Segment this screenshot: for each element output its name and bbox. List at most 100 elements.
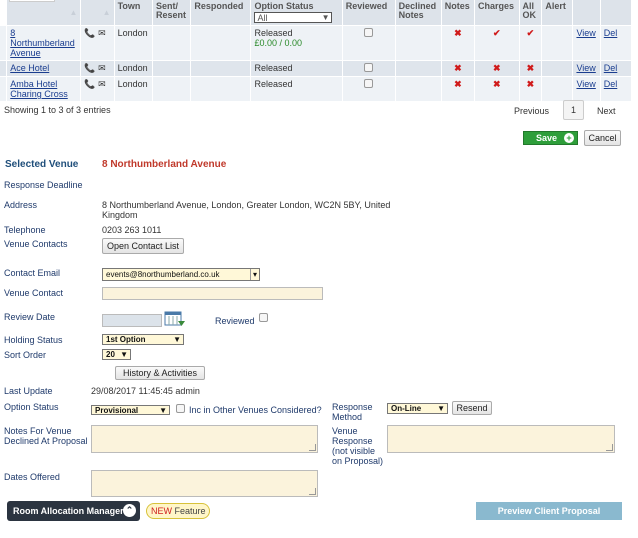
col-notes[interactable]: Notes: [441, 0, 475, 26]
row-town: London: [114, 76, 153, 101]
review-date-label: Review Date: [4, 312, 56, 322]
venues-table: ▲ ▲ Town Sent/ Resent Responded Option S…: [0, 0, 633, 101]
table-row: Ace Hotel 📞 ✉ London Released ✖ ✖ ✖ View…: [0, 60, 633, 77]
address-value: 8 Northumberland Avenue, London, Greater…: [102, 200, 391, 220]
charges-cross-icon: ✖: [474, 76, 520, 101]
new-feature-badge: NEW Feature: [146, 503, 210, 519]
option-status-label: Option Status: [4, 402, 59, 412]
chevron-down-icon: ▼: [159, 406, 167, 415]
email-icon: ✉: [98, 79, 106, 89]
open-contact-list-button[interactable]: Open Contact List: [102, 238, 184, 254]
allok-cross-icon: ✖: [519, 76, 543, 101]
reviewed-label: Reviewed: [215, 316, 255, 326]
sort-order-label: Sort Order: [4, 350, 47, 360]
col-sent[interactable]: Sent/ Resent: [152, 0, 192, 26]
venue-link[interactable]: Ace Hotel: [10, 63, 49, 73]
allok-tick-icon: ✔: [519, 25, 543, 61]
room-allocation-manager-button[interactable]: Room Allocation Manager ⌃: [7, 501, 140, 521]
delete-link[interactable]: Del: [604, 79, 618, 89]
venue-link[interactable]: 8 Northumberland Avenue: [10, 28, 75, 58]
contact-email-label: Contact Email: [4, 268, 61, 278]
cancel-button[interactable]: Cancel: [584, 130, 621, 146]
reviewed-checkbox[interactable]: [259, 313, 268, 322]
col-reviewed[interactable]: Reviewed: [342, 0, 396, 26]
chevron-down-icon: ▼: [173, 335, 181, 344]
phone-icon: 📞: [84, 63, 96, 73]
option-status-select[interactable]: Provisional ▼: [91, 405, 170, 415]
venue-contact-label: Venue Contact: [4, 288, 64, 298]
col-declined-notes[interactable]: Declined Notes: [395, 0, 442, 26]
email-icon: ✉: [98, 63, 106, 73]
previous-button[interactable]: Previous: [514, 106, 549, 116]
reviewed-checkbox[interactable]: [364, 63, 374, 72]
col-responded[interactable]: Responded: [190, 0, 252, 26]
email-icon: ✉: [98, 28, 106, 38]
col-charges[interactable]: Charges: [474, 0, 520, 26]
notes-cross-icon: ✖: [441, 25, 475, 61]
phone-icon: 📞: [84, 79, 96, 89]
option-status-filter[interactable]: All ▼: [254, 12, 333, 23]
dates-offered-label: Dates Offered: [4, 472, 60, 482]
history-activities-button[interactable]: History & Activities: [115, 366, 205, 380]
response-method-label: Response Method: [332, 402, 373, 422]
row-town: London: [114, 25, 153, 61]
response-method-select[interactable]: On-Line ▼: [387, 403, 448, 414]
chevron-up-icon: ⌃: [123, 504, 136, 517]
col-alert[interactable]: Alert: [541, 0, 574, 26]
charges-tick-icon: ✔: [474, 25, 520, 61]
reviewed-checkbox[interactable]: [364, 79, 374, 88]
page-1-button[interactable]: 1: [563, 100, 584, 120]
response-deadline-label: Response Deadline: [4, 180, 83, 190]
charges-cross-icon: ✖: [474, 60, 520, 77]
chevron-down-icon: ▼: [437, 404, 445, 413]
row-town: London: [114, 60, 153, 77]
row-status: Released: [250, 76, 343, 101]
chevron-down-icon: ▼: [120, 350, 128, 359]
view-link[interactable]: View: [576, 63, 595, 73]
inc-other-venues-label: Inc in Other Venues Considered?: [189, 405, 322, 415]
notes-declined-label: Notes For Venue Declined At Proposal: [4, 426, 88, 446]
chevron-down-icon: ▾: [249, 269, 257, 280]
contact-email-select[interactable]: events@8northumberland.co.uk ▾: [102, 268, 260, 281]
sort-order-select[interactable]: 20 ▼: [102, 349, 131, 360]
venue-response-label: Venue Response (not visible on Proposal): [332, 426, 384, 466]
plus-icon: +: [564, 133, 574, 143]
last-update-label: Last Update: [4, 386, 53, 396]
telephone-value: 0203 263 1011: [102, 225, 162, 235]
venue-response-textarea[interactable]: [387, 425, 615, 453]
notes-cross-icon: ✖: [441, 76, 475, 101]
holding-status-label: Holding Status: [4, 335, 63, 345]
table-header-row: ▲ ▲ Town Sent/ Resent Responded Option S…: [0, 0, 633, 26]
reviewed-checkbox[interactable]: [364, 28, 374, 37]
next-button[interactable]: Next: [597, 106, 616, 116]
calendar-icon[interactable]: [164, 311, 186, 327]
selected-venue-label: Selected Venue: [5, 159, 79, 170]
dates-offered-textarea[interactable]: [91, 470, 318, 497]
venue-link[interactable]: Amba Hotel Charing Cross: [10, 79, 68, 99]
phone-icon: 📞: [84, 28, 96, 38]
col-all-ok[interactable]: All OK: [519, 0, 543, 26]
resend-button[interactable]: Resend: [452, 401, 492, 415]
inc-other-venues-checkbox[interactable]: [176, 404, 185, 413]
selected-venue-name: 8 Northumberland Avenue: [102, 159, 227, 170]
preview-proposal-button[interactable]: Preview Client Proposal Document: [476, 502, 622, 534]
view-link[interactable]: View: [576, 79, 595, 89]
pagination-info: Showing 1 to 3 of 3 entries: [4, 105, 111, 115]
table-row: Amba Hotel Charing Cross 📞 ✉ London Rele…: [0, 76, 633, 101]
view-link[interactable]: View: [576, 28, 595, 38]
venue-col-header: ▲: [6, 0, 82, 26]
col-option-status[interactable]: Option Status All ▼: [250, 0, 343, 26]
save-button[interactable]: Save +: [523, 131, 578, 145]
delete-link[interactable]: Del: [604, 63, 618, 73]
review-date-input[interactable]: [102, 314, 162, 327]
allok-cross-icon: ✖: [519, 60, 543, 77]
notes-cross-icon: ✖: [441, 60, 475, 77]
venue-contacts-label: Venue Contacts: [4, 239, 68, 249]
delete-link[interactable]: Del: [604, 28, 618, 38]
holding-status-select[interactable]: 1st Option ▼: [102, 334, 184, 345]
row-amount: £0.00 / 0.00: [254, 38, 303, 48]
notes-declined-textarea[interactable]: [91, 425, 318, 453]
col-town[interactable]: Town: [114, 0, 153, 26]
venue-contact-input[interactable]: [102, 287, 323, 300]
row-status: Released: [250, 60, 343, 77]
